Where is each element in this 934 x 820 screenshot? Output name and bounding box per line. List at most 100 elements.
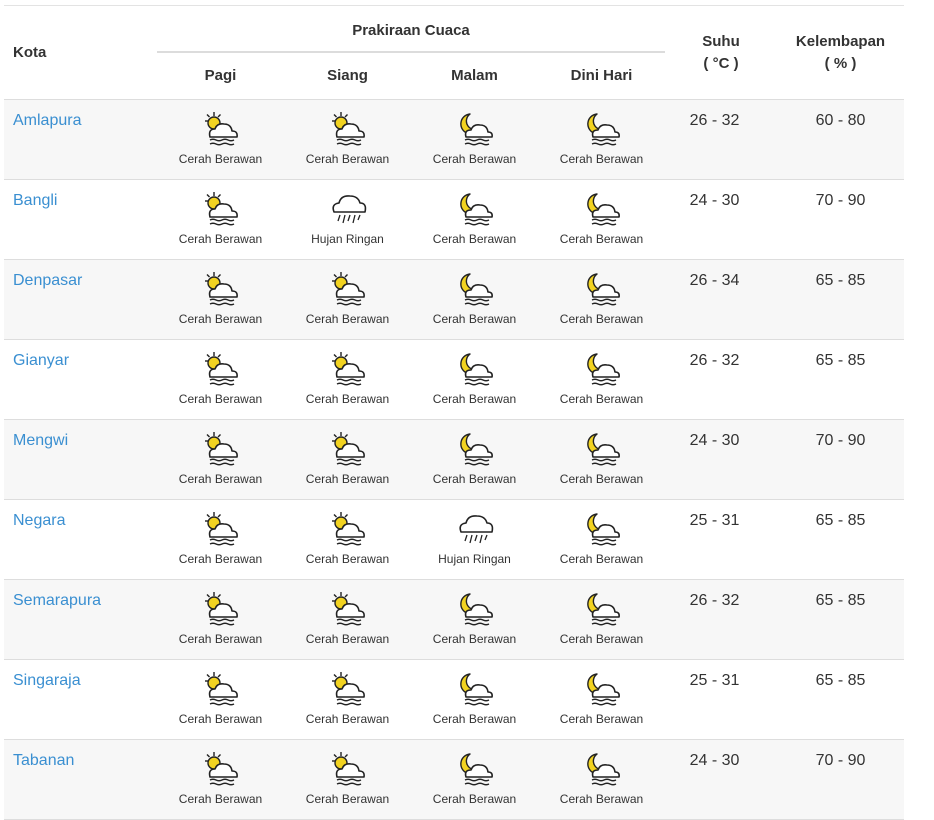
humidity-value: 65 - 85 — [777, 659, 904, 740]
header-kelembapan: Kelembapan ( % ) — [777, 6, 904, 100]
header-siang: Siang — [284, 52, 411, 100]
moon-cloud-icon — [539, 750, 664, 790]
forecast-cell-siang: Cerah Berawan — [284, 659, 411, 740]
forecast-label: Cerah Berawan — [305, 472, 390, 486]
moon-cloud-icon — [539, 350, 664, 390]
humidity-value: 65 - 85 — [777, 339, 904, 420]
rain-cloud-icon — [285, 190, 410, 230]
forecast-cell-dini-hari: Cerah Berawan — [538, 499, 665, 580]
moon-cloud-icon — [539, 270, 664, 310]
forecast-cell-pagi: Cerah Berawan — [157, 99, 284, 180]
forecast-cell-siang: Cerah Berawan — [284, 579, 411, 660]
forecast-label: Cerah Berawan — [178, 712, 263, 726]
header-prakiraan-cuaca: Prakiraan Cuaca — [157, 6, 665, 53]
forecast-cell-dini-hari: Cerah Berawan — [538, 419, 665, 500]
forecast-label: Cerah Berawan — [432, 152, 517, 166]
forecast-cell-pagi: Cerah Berawan — [157, 259, 284, 340]
temperature-value: 25 - 31 — [665, 659, 777, 740]
city-link[interactable]: Amlapura — [13, 112, 81, 129]
forecast-label: Cerah Berawan — [178, 632, 263, 646]
header-malam: Malam — [411, 52, 538, 100]
city-link[interactable]: Tabanan — [13, 752, 74, 769]
humidity-value: 60 - 80 — [777, 99, 904, 180]
header-group-divider — [157, 51, 665, 53]
city-link[interactable]: Mengwi — [13, 432, 68, 449]
forecast-cell-malam: Cerah Berawan — [411, 339, 538, 420]
table-row: Amlapura Cerah Berawan Cerah Berawan Cerah … — [4, 99, 904, 180]
table-body: Amlapura Cerah Berawan Cerah Berawan Cerah … — [4, 99, 904, 820]
sun-cloud-icon — [158, 670, 283, 710]
table-row: Bangli Cerah Berawan Hujan Ringan Cerah Ber… — [4, 179, 904, 260]
forecast-cell-malam: Cerah Berawan — [411, 579, 538, 660]
city-cell: Amlapura — [4, 99, 157, 180]
city-link[interactable]: Gianyar — [13, 352, 69, 369]
table-row: Negara Cerah Berawan Cerah Berawan Hujan Ri… — [4, 499, 904, 580]
city-link[interactable]: Semarapura — [13, 592, 101, 609]
weather-forecast-table-container: Kota Prakiraan Cuaca Suhu ( °C ) Kelemba… — [4, 6, 904, 820]
forecast-label: Cerah Berawan — [305, 712, 390, 726]
sun-cloud-icon — [285, 430, 410, 470]
forecast-label: Hujan Ringan — [438, 552, 511, 566]
forecast-cell-pagi: Cerah Berawan — [157, 419, 284, 500]
forecast-cell-siang: Cerah Berawan — [284, 259, 411, 340]
city-link[interactable]: Negara — [13, 512, 65, 529]
forecast-cell-malam: Cerah Berawan — [411, 179, 538, 260]
sun-cloud-icon — [285, 590, 410, 630]
header-suhu-unit: ( °C ) — [703, 54, 739, 72]
forecast-label: Cerah Berawan — [432, 232, 517, 246]
forecast-label: Cerah Berawan — [559, 472, 644, 486]
forecast-label: Cerah Berawan — [305, 392, 390, 406]
forecast-label: Cerah Berawan — [559, 152, 644, 166]
header-kota: Kota — [4, 6, 157, 100]
sun-cloud-icon — [285, 510, 410, 550]
city-link[interactable]: Bangli — [13, 192, 57, 209]
temperature-value: 26 - 32 — [665, 339, 777, 420]
header-suhu-label: Suhu — [702, 32, 740, 50]
weather-forecast-table: Kota Prakiraan Cuaca Suhu ( °C ) Kelemba… — [4, 6, 904, 820]
forecast-cell-pagi: Cerah Berawan — [157, 659, 284, 740]
header-dini-hari: Dini Hari — [538, 52, 665, 100]
city-cell: Denpasar — [4, 259, 157, 340]
forecast-label: Cerah Berawan — [559, 232, 644, 246]
humidity-value: 65 - 85 — [777, 259, 904, 340]
forecast-label: Cerah Berawan — [178, 312, 263, 326]
city-link[interactable]: Denpasar — [13, 272, 82, 289]
humidity-value: 70 - 90 — [777, 419, 904, 500]
forecast-label: Cerah Berawan — [178, 392, 263, 406]
temperature-value: 24 - 30 — [665, 179, 777, 260]
city-cell: Bangli — [4, 179, 157, 260]
forecast-cell-malam: Cerah Berawan — [411, 659, 538, 740]
moon-cloud-icon — [412, 590, 537, 630]
humidity-value: 65 - 85 — [777, 499, 904, 580]
temperature-value: 24 - 30 — [665, 739, 777, 820]
header-prakiraan-cuaca-label: Prakiraan Cuaca — [352, 21, 470, 39]
moon-cloud-icon — [412, 430, 537, 470]
table-header: Kota Prakiraan Cuaca Suhu ( °C ) Kelemba… — [4, 6, 904, 100]
sun-cloud-icon — [158, 510, 283, 550]
moon-cloud-icon — [539, 110, 664, 150]
sun-cloud-icon — [285, 670, 410, 710]
forecast-label: Cerah Berawan — [559, 552, 644, 566]
forecast-label: Cerah Berawan — [178, 152, 263, 166]
forecast-label: Cerah Berawan — [432, 312, 517, 326]
moon-cloud-icon — [412, 670, 537, 710]
forecast-label: Cerah Berawan — [432, 392, 517, 406]
forecast-label: Cerah Berawan — [305, 312, 390, 326]
forecast-cell-malam: Cerah Berawan — [411, 99, 538, 180]
forecast-cell-pagi: Cerah Berawan — [157, 499, 284, 580]
forecast-cell-malam: Cerah Berawan — [411, 739, 538, 820]
table-row: Singaraja Cerah Berawan Cerah Berawan Cerah… — [4, 659, 904, 740]
moon-cloud-icon — [412, 190, 537, 230]
header-pagi: Pagi — [157, 52, 284, 100]
city-link[interactable]: Singaraja — [13, 672, 81, 689]
forecast-label: Cerah Berawan — [559, 712, 644, 726]
city-cell: Semarapura — [4, 579, 157, 660]
sun-cloud-icon — [158, 350, 283, 390]
header-suhu: Suhu ( °C ) — [665, 6, 777, 100]
table-row: Semarapura Cerah Berawan Cerah Berawan Cera… — [4, 579, 904, 660]
header-kelembapan-label: Kelembapan — [795, 32, 886, 50]
forecast-cell-malam: Cerah Berawan — [411, 419, 538, 500]
moon-cloud-icon — [412, 750, 537, 790]
humidity-value: 70 - 90 — [777, 739, 904, 820]
forecast-cell-dini-hari: Cerah Berawan — [538, 259, 665, 340]
